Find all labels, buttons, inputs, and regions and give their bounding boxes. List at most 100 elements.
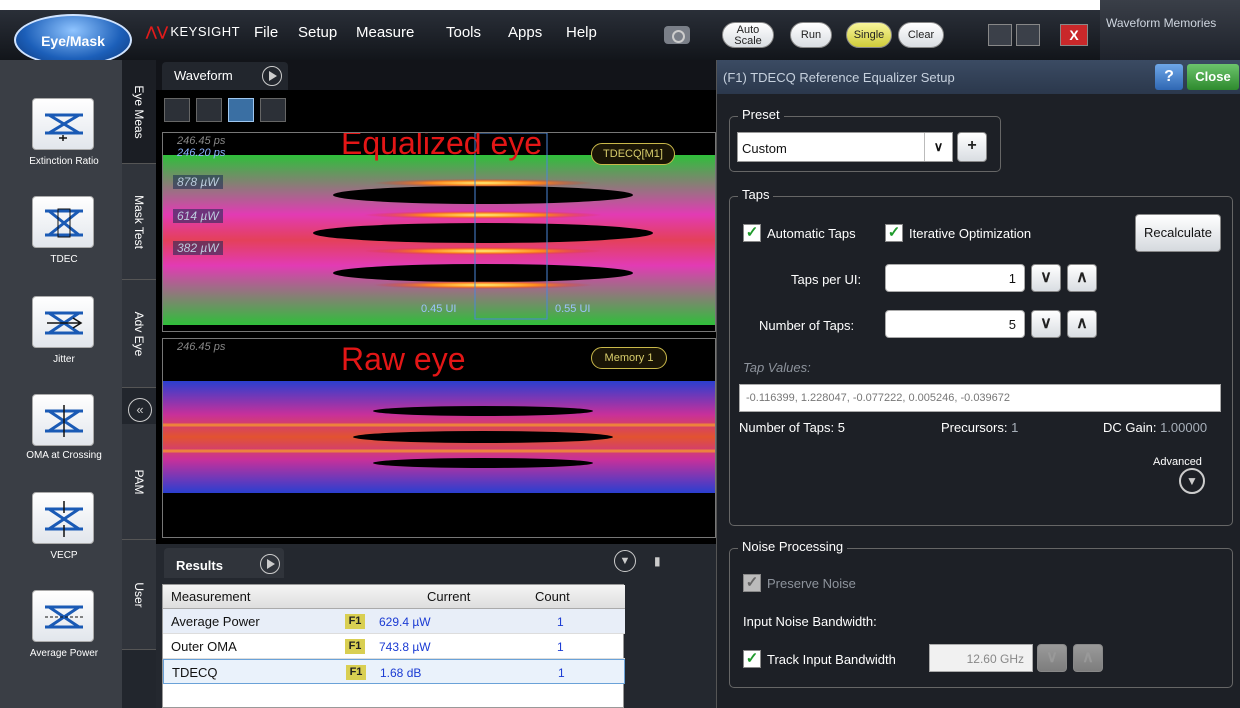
oma-crossing-label: OMA at Crossing xyxy=(26,450,102,461)
table-row[interactable]: TDECQ F1 1.68 dB 1 xyxy=(163,659,625,684)
bandwidth-input[interactable]: 12.60 GHz xyxy=(929,644,1033,672)
number-of-taps-decrement[interactable]: ∨ xyxy=(1031,310,1061,338)
tab-mask-test-label: Mask Test xyxy=(132,194,146,249)
tab-adv-eye[interactable]: Adv Eye xyxy=(122,280,156,388)
keysight-logo: ⋀⋁ KEYSIGHT xyxy=(146,24,240,40)
jitter-label: Jitter xyxy=(53,354,75,365)
dc-gain: DC Gain: 1.00000 xyxy=(1103,420,1207,435)
advanced-expand-icon[interactable]: ▼ xyxy=(1179,468,1205,494)
recalculate-button[interactable]: Recalculate xyxy=(1135,214,1221,252)
menu-tools[interactable]: Tools xyxy=(446,24,481,41)
input-noise-bandwidth-label: Input Noise Bandwidth: xyxy=(743,614,877,629)
screenshot-camera-icon[interactable] xyxy=(664,26,690,44)
dialog-titlebar[interactable]: (F1) TDECQ Reference Equalizer Setup ? C… xyxy=(717,60,1240,94)
track-input-bandwidth-checkbox[interactable]: ✓ xyxy=(743,650,761,668)
layout-split-icon[interactable] xyxy=(260,98,286,122)
col-measurement[interactable]: Measurement xyxy=(171,589,250,604)
menu-apps[interactable]: Apps xyxy=(508,24,542,41)
app-window: Eye/Mask ⋀⋁ KEYSIGHT File Setup Measure T… xyxy=(0,0,1240,708)
tdecq-equalizer-dialog: (F1) TDECQ Reference Equalizer Setup ? C… xyxy=(716,60,1240,708)
extinction-ratio-button[interactable]: Extinction Ratio xyxy=(14,98,114,190)
precursors-value: 1 xyxy=(1011,420,1019,435)
tab-eye-meas[interactable]: Eye Meas xyxy=(122,60,156,164)
minimize-button[interactable] xyxy=(988,24,1012,46)
tap-values-label: Tap Values: xyxy=(743,360,811,375)
table-row[interactable]: Average Power F1 629.4 µW 1 xyxy=(163,609,625,634)
taps-per-ui-increment[interactable]: ∧ xyxy=(1067,264,1097,292)
oma-crossing-button[interactable]: OMA at Crossing xyxy=(14,394,114,486)
source-badge: F1 xyxy=(346,665,366,680)
close-button[interactable]: Close xyxy=(1187,64,1239,90)
memory-1-trace-tag[interactable]: Memory 1 xyxy=(591,347,667,369)
table-row[interactable]: Outer OMA F1 743.8 µW 1 xyxy=(163,634,625,659)
keysight-wave-icon: ⋀⋁ xyxy=(146,24,169,39)
waveform-memories-panel[interactable] xyxy=(1100,0,1240,64)
brand-name: KEYSIGHT xyxy=(170,24,241,39)
raw-eye-annotation: Raw eye xyxy=(341,341,466,377)
summary-taps-value: 5 xyxy=(837,420,845,435)
menu-file[interactable]: File xyxy=(254,24,278,41)
add-preset-button[interactable]: + xyxy=(957,132,987,162)
average-power-button[interactable]: Average Power xyxy=(14,590,114,682)
results-table: Measurement Current Count Average Power … xyxy=(162,584,625,708)
eye-mask-mode-button[interactable]: Eye/Mask xyxy=(14,14,132,66)
raw-eye-display[interactable]: Raw eye 246.45 ps Memory 1 xyxy=(162,338,716,538)
help-button[interactable]: ? xyxy=(1155,64,1183,90)
jitter-button[interactable]: Jitter xyxy=(14,296,114,388)
pin-icon[interactable]: ▮ xyxy=(654,554,661,568)
tab-mask-test[interactable]: Mask Test xyxy=(122,164,156,280)
ui-right-marker: 0.55 UI xyxy=(555,303,591,315)
number-of-taps-increment[interactable]: ∧ xyxy=(1067,310,1097,338)
layout-stacked-icon[interactable] xyxy=(228,98,254,122)
menu-help[interactable]: Help xyxy=(566,24,597,41)
taps-per-ui-input[interactable]: 1 xyxy=(885,264,1025,292)
results-panel: Results ▼ ▮ Measurement Current Count Av… xyxy=(156,544,716,708)
layout-single-icon[interactable] xyxy=(164,98,190,122)
row-current: 629.4 µW xyxy=(379,615,431,629)
waveform-tabbar: Waveform xyxy=(156,60,716,90)
preserve-noise-checkbox[interactable]: ✓ xyxy=(743,574,761,592)
iterative-optimization-checkbox[interactable]: ✓ xyxy=(885,224,903,242)
taps-group-title: Taps xyxy=(738,187,774,202)
equalized-eye-display[interactable]: Equalized eye 246.45 ps 246.20 ps 878 µW… xyxy=(162,132,716,332)
results-play-icon[interactable] xyxy=(260,554,280,574)
results-expand-icon[interactable]: ▼ xyxy=(614,550,636,572)
automatic-taps-checkbox[interactable]: ✓ xyxy=(743,224,761,242)
clear-button[interactable]: Clear xyxy=(898,22,944,48)
col-current[interactable]: Current xyxy=(427,589,470,604)
waveform-panel: Waveform Equalized eye 246.45 ps 246.20 … xyxy=(156,60,716,544)
extinction-ratio-icon xyxy=(32,98,94,150)
preset-select[interactable]: Custom ∨ xyxy=(737,132,953,162)
number-of-taps-input[interactable]: 5 xyxy=(885,310,1025,338)
waveform-play-icon[interactable] xyxy=(262,66,282,86)
tdecq-trace-tag[interactable]: TDECQ[M1] xyxy=(591,143,675,165)
vecp-button[interactable]: VECP xyxy=(14,492,114,584)
equalized-eye-annotation: Equalized eye xyxy=(341,132,543,161)
bandwidth-increment[interactable]: ∧ xyxy=(1073,644,1103,672)
preset-group-title: Preset xyxy=(738,107,784,122)
col-count[interactable]: Count xyxy=(535,589,570,604)
level-tag-bottom: 382 µW xyxy=(173,241,223,255)
bandwidth-decrement[interactable]: ∨ xyxy=(1037,644,1067,672)
window-close-button[interactable]: X xyxy=(1060,24,1088,46)
maximize-button[interactable] xyxy=(1016,24,1040,46)
menu-measure[interactable]: Measure xyxy=(356,24,414,41)
run-button[interactable]: Run xyxy=(790,22,832,48)
tab-pam[interactable]: PAM xyxy=(122,424,156,540)
vecp-icon xyxy=(32,492,94,544)
menu-setup[interactable]: Setup xyxy=(298,24,337,41)
source-badge: F1 xyxy=(345,614,365,629)
row-count: 1 xyxy=(557,640,564,654)
chevron-down-icon[interactable]: ∨ xyxy=(924,133,952,161)
taps-per-ui-decrement[interactable]: ∨ xyxy=(1031,264,1061,292)
track-input-bandwidth-label: Track Input Bandwidth xyxy=(767,652,896,667)
tap-values-field[interactable]: -0.116399, 1.228047, -0.077222, 0.005246… xyxy=(739,384,1221,412)
layout-grid-icon[interactable] xyxy=(196,98,222,122)
auto-scale-button[interactable]: Auto Scale xyxy=(722,22,774,48)
collapse-sidebar-icon[interactable]: « xyxy=(128,398,152,422)
precursors: Precursors: 1 xyxy=(941,420,1018,435)
tdec-button[interactable]: TDEC xyxy=(14,196,114,288)
tdec-label: TDEC xyxy=(50,254,78,265)
tab-user[interactable]: User xyxy=(122,540,156,650)
single-button[interactable]: Single xyxy=(846,22,892,48)
